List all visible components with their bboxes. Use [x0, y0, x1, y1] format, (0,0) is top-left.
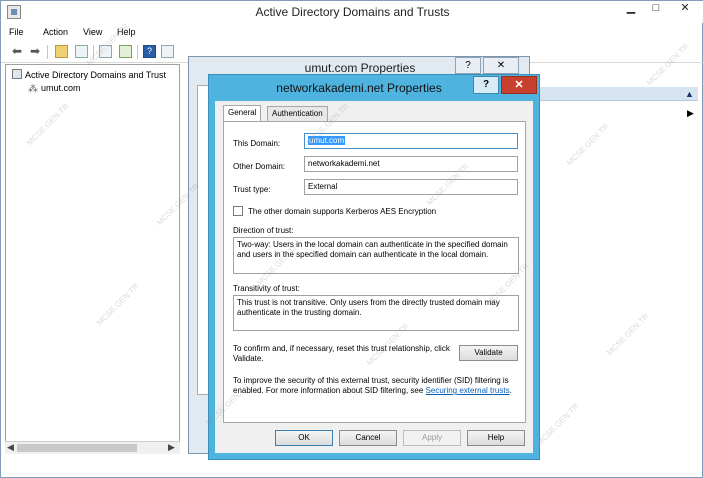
back-arrow-icon[interactable]: ⬅ — [9, 44, 25, 60]
back-close-button[interactable]: ✕ — [483, 57, 519, 74]
tree-item-domain[interactable]: ⁂ umut.com — [28, 83, 81, 95]
dialog-close-button[interactable]: ✕ — [501, 76, 537, 94]
other-domain-label: Other Domain: — [233, 162, 286, 171]
trust-type-field[interactable]: External — [304, 179, 518, 195]
transitivity-textbox[interactable]: This trust is not transitive. Only users… — [233, 295, 519, 331]
tree-root[interactable]: Active Directory Domains and Trust — [12, 69, 166, 80]
validate-button[interactable]: Validate — [459, 345, 518, 361]
dialog-body: General Authentication This Domain: umut… — [215, 101, 533, 453]
dialog-title: networkakademi.net Properties — [276, 81, 442, 95]
help-button[interactable]: Help — [467, 430, 525, 446]
trust-type-label: Trust type: — [233, 185, 271, 194]
direction-textbox[interactable]: Two-way: Users in the local domain can a… — [233, 237, 519, 274]
domain-icon: ⁂ — [28, 84, 38, 95]
tree-root-label: Active Directory Domains and Trust — [25, 70, 167, 80]
menu-view[interactable]: View — [83, 27, 102, 37]
results-header — [538, 87, 698, 101]
menu-bar: File Action View Help — [1, 25, 703, 41]
scroll-left-icon[interactable]: ◀ — [7, 442, 14, 453]
toolbar-separator — [93, 45, 94, 59]
title-bar: Active Directory Domains and Trusts ▁ □ … — [1, 1, 703, 23]
sid-end: . — [509, 386, 512, 395]
apply-button[interactable]: Apply — [403, 430, 461, 446]
toolbar-separator — [137, 45, 138, 59]
menu-file[interactable]: File — [9, 27, 24, 37]
properties-icon[interactable] — [75, 45, 88, 58]
securing-trusts-link[interactable]: Securing external trusts — [426, 386, 510, 395]
tree-pane: Active Directory Domains and Trust ⁂ umut… — [5, 64, 180, 454]
confirm-text: To confirm and, if necessary, reset this… — [233, 344, 450, 363]
refresh-icon[interactable] — [99, 45, 112, 58]
close-button[interactable]: ✕ — [669, 1, 701, 17]
dialog-help-button[interactable]: ? — [473, 76, 499, 94]
sid-filtering-text: To improve the security of this external… — [233, 376, 518, 396]
this-domain-value: umut.com — [308, 136, 346, 145]
window-title: Active Directory Domains and Trusts — [255, 5, 450, 19]
export-icon[interactable] — [119, 45, 132, 58]
horizontal-scrollbar[interactable]: ◀ ▶ — [5, 441, 180, 454]
minimize-button[interactable]: ▁ — [618, 1, 644, 17]
this-domain-label: This Domain: — [233, 139, 281, 148]
scroll-right-icon[interactable]: ▶ — [168, 442, 175, 453]
trusts-icon — [12, 69, 22, 79]
direction-label: Direction of trust: — [233, 226, 294, 235]
general-tab-panel: This Domain: umut.com Other Domain: netw… — [223, 121, 526, 423]
scroll-thumb[interactable] — [17, 444, 137, 452]
folder-up-icon[interactable] — [55, 45, 68, 58]
other-domain-field[interactable]: networkakademi.net — [304, 156, 518, 172]
back-help-button[interactable]: ? — [455, 57, 481, 74]
menu-help[interactable]: Help — [117, 27, 136, 37]
tab-general[interactable]: General — [223, 105, 262, 121]
tab-authentication[interactable]: Authentication — [267, 106, 328, 121]
tree-child-label: umut.com — [41, 83, 81, 93]
console-tree-icon[interactable] — [161, 45, 174, 58]
ok-button[interactable]: OK — [275, 430, 333, 446]
maximize-button[interactable]: □ — [643, 1, 669, 17]
menu-action[interactable]: Action — [43, 27, 68, 37]
this-domain-field[interactable]: umut.com — [304, 133, 518, 149]
kerberos-aes-label: The other domain supports Kerberos AES E… — [248, 207, 437, 216]
cancel-button[interactable]: Cancel — [339, 430, 397, 446]
help-icon[interactable]: ? — [143, 45, 156, 58]
toolbar-separator — [47, 45, 48, 59]
kerberos-aes-checkbox[interactable] — [233, 206, 243, 216]
transitivity-label: Transitivity of trust: — [233, 284, 300, 293]
more-actions-icon[interactable]: ▶ — [687, 108, 694, 119]
collapse-up-icon[interactable]: ▲ — [685, 89, 694, 99]
forward-arrow-icon[interactable]: ➡ — [27, 44, 43, 60]
trust-properties-dialog: networkakademi.net Properties ? ✕ Genera… — [208, 74, 540, 460]
